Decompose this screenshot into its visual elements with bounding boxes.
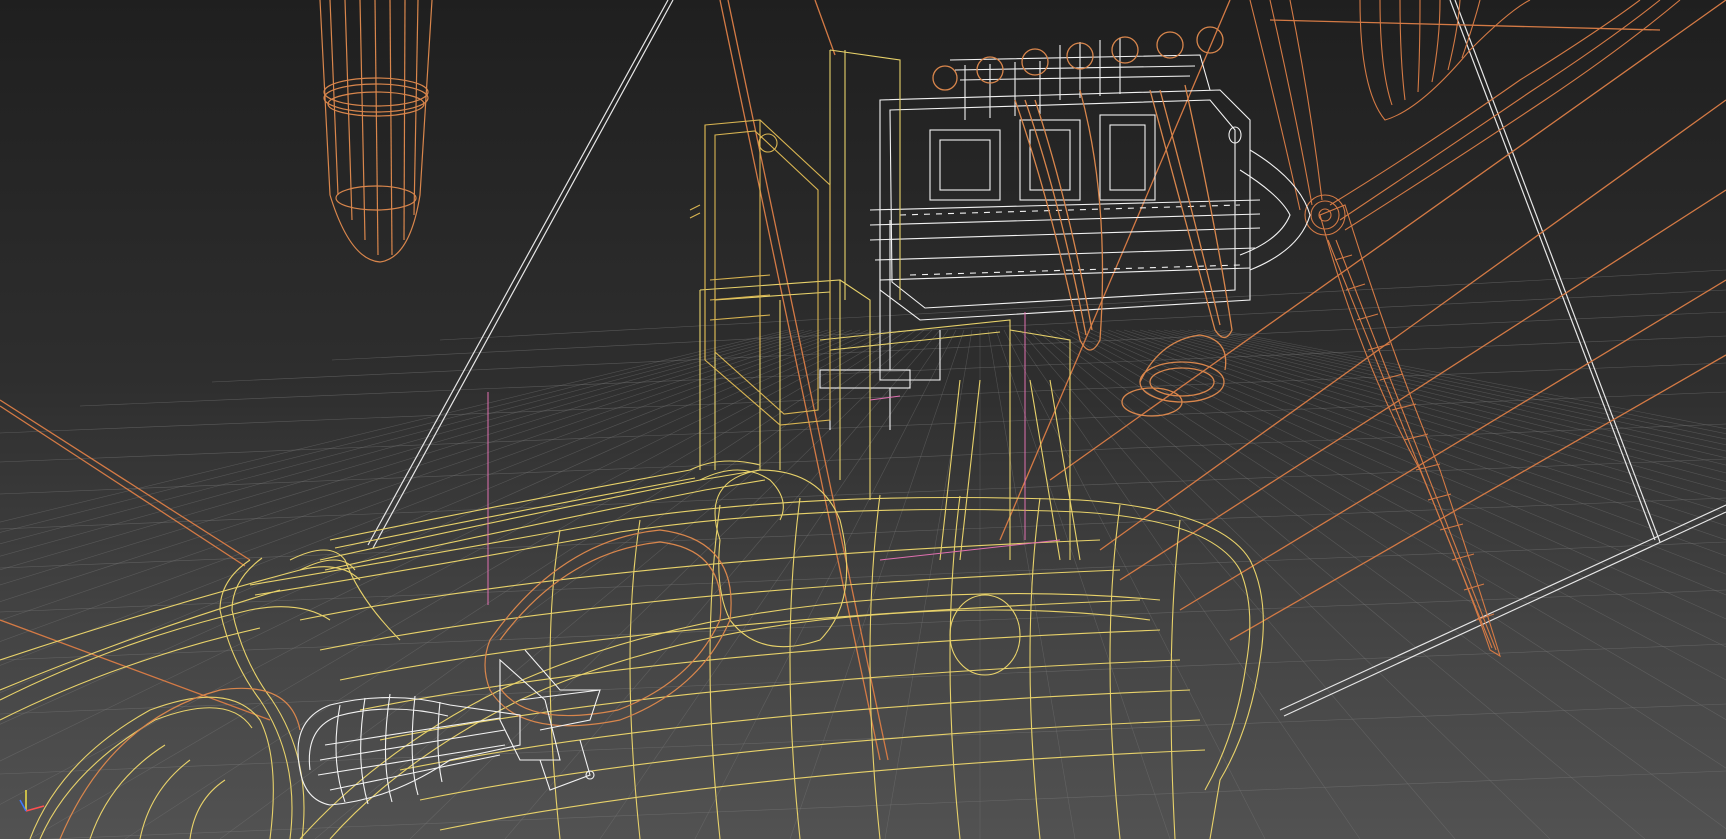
grid-line bbox=[1171, 329, 1726, 466]
grid-line bbox=[1043, 329, 1726, 830]
grid-line bbox=[1107, 329, 1726, 557]
grid-line bbox=[0, 329, 845, 621]
grid-line bbox=[694, 329, 957, 839]
grid-line bbox=[0, 329, 861, 666]
grid-line bbox=[1187, 329, 1726, 452]
grid-line bbox=[439, 269, 1726, 341]
grid-line bbox=[0, 362, 1726, 434]
hanging-float bbox=[319, 0, 433, 263]
grid-line bbox=[1059, 329, 1726, 720]
grid-line bbox=[1011, 329, 1361, 839]
grid-line bbox=[1091, 329, 1726, 596]
grid-line bbox=[0, 329, 885, 762]
grid-line bbox=[1003, 329, 1266, 839]
rigging-wires bbox=[367, 0, 1726, 717]
grid-line bbox=[0, 329, 821, 571]
viewport-3d[interactable] bbox=[0, 0, 1726, 839]
wireframe-scene[interactable] bbox=[0, 0, 1726, 839]
grid-line bbox=[0, 329, 869, 694]
grid-line bbox=[0, 329, 853, 642]
grid-line bbox=[1067, 329, 1726, 681]
grid-line bbox=[504, 329, 941, 839]
grid-line bbox=[0, 703, 1726, 775]
grid-line bbox=[884, 329, 973, 839]
grid-line bbox=[0, 329, 837, 603]
grid-line bbox=[1163, 329, 1726, 474]
grid-line bbox=[41, 770, 1726, 839]
propeller-blade-upper bbox=[1359, 0, 1531, 121]
grid-line bbox=[1195, 329, 1726, 446]
fuselage-hull bbox=[0, 49, 1264, 839]
grid-line bbox=[789, 329, 965, 839]
grid-line bbox=[0, 391, 1726, 463]
grid-line bbox=[1139, 329, 1726, 502]
grid-line bbox=[314, 329, 925, 839]
grid-line bbox=[219, 329, 917, 839]
grid-line bbox=[1155, 329, 1726, 482]
grid-line bbox=[995, 329, 1171, 839]
ground-grid bbox=[0, 269, 1726, 839]
grid-line bbox=[0, 497, 1726, 569]
axis-gizmo bbox=[19, 790, 45, 812]
grid-line bbox=[1099, 329, 1726, 575]
grid-line bbox=[1147, 329, 1726, 492]
grid-line bbox=[1179, 329, 1726, 459]
grid-line bbox=[1027, 329, 1551, 839]
propeller bbox=[1249, 0, 1681, 658]
